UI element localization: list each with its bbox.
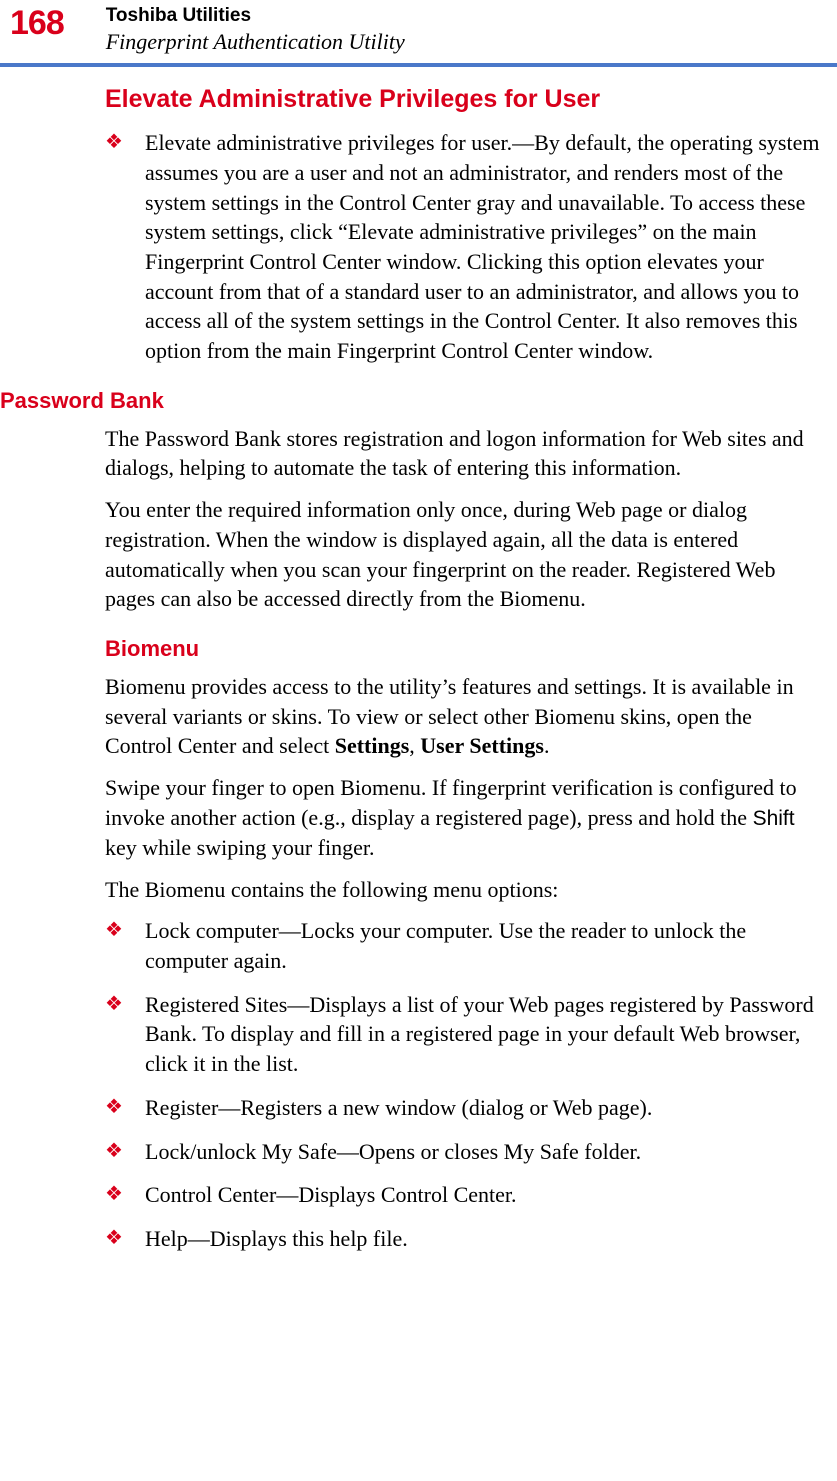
bold-text: Settings: [335, 733, 410, 758]
heading-elevate: Elevate Administrative Privileges for Us…: [105, 85, 821, 114]
text-run: .: [544, 733, 550, 758]
heading-password-bank: Password Bank: [0, 388, 821, 414]
bullet-text: Elevate administrative privileges for us…: [145, 128, 821, 366]
header-rule: [0, 63, 837, 67]
key-name: Shift: [753, 807, 795, 830]
bullet-diamond-icon: ❖: [105, 1180, 145, 1208]
bullet-item: ❖ Register—Registers a new window (dialo…: [105, 1093, 821, 1123]
paragraph: Biomenu provides access to the utility’s…: [105, 672, 821, 761]
bullet-diamond-icon: ❖: [105, 916, 145, 944]
page: 168 Toshiba Utilities Fingerprint Authen…: [0, 0, 837, 1308]
bullet-text: Registered Sites—Displays a list of your…: [145, 990, 821, 1079]
text-run: Swipe your finger to open Biomenu. If fi…: [105, 775, 797, 830]
content-column: Elevate Administrative Privileges for Us…: [0, 85, 837, 1307]
bullet-item: ❖ Registered Sites—Displays a list of yo…: [105, 990, 821, 1079]
paragraph: Swipe your finger to open Biomenu. If fi…: [105, 773, 821, 863]
bullet-diamond-icon: ❖: [105, 128, 145, 156]
paragraph: You enter the required information only …: [105, 495, 821, 614]
bullet-diamond-icon: ❖: [105, 1224, 145, 1252]
paragraph: The Biomenu contains the following menu …: [105, 875, 821, 905]
bullet-text: Help—Displays this help file.: [145, 1224, 408, 1254]
paragraph: The Password Bank stores registration an…: [105, 424, 821, 483]
bullet-diamond-icon: ❖: [105, 1093, 145, 1121]
page-number: 168: [10, 6, 64, 40]
section-title: Fingerprint Authentication Utility: [106, 29, 405, 55]
bullet-item: ❖ Lock/unlock My Safe—Opens or closes My…: [105, 1137, 821, 1167]
bullet-item: ❖ Help—Displays this help file.: [105, 1224, 821, 1254]
text-run: key while swiping your finger.: [105, 835, 374, 860]
bullet-text: Register—Registers a new window (dialog …: [145, 1093, 652, 1123]
bullet-item: ❖ Elevate administrative privileges for …: [105, 128, 821, 366]
chapter-title: Toshiba Utilities: [106, 6, 405, 27]
text-run: ,: [409, 733, 420, 758]
bullet-diamond-icon: ❖: [105, 1137, 145, 1165]
heading-biomenu: Biomenu: [105, 636, 821, 662]
header-text-block: Toshiba Utilities Fingerprint Authentica…: [106, 6, 405, 55]
bullet-text: Lock computer—Locks your computer. Use t…: [145, 916, 821, 975]
bullet-text: Control Center—Displays Control Center.: [145, 1180, 517, 1210]
bullet-item: ❖ Control Center—Displays Control Center…: [105, 1180, 821, 1210]
bullet-text: Lock/unlock My Safe—Opens or closes My S…: [145, 1137, 641, 1167]
page-header: 168 Toshiba Utilities Fingerprint Authen…: [0, 0, 837, 61]
bold-text: User Settings: [420, 733, 544, 758]
bullet-diamond-icon: ❖: [105, 990, 145, 1018]
bullet-item: ❖ Lock computer—Locks your computer. Use…: [105, 916, 821, 975]
